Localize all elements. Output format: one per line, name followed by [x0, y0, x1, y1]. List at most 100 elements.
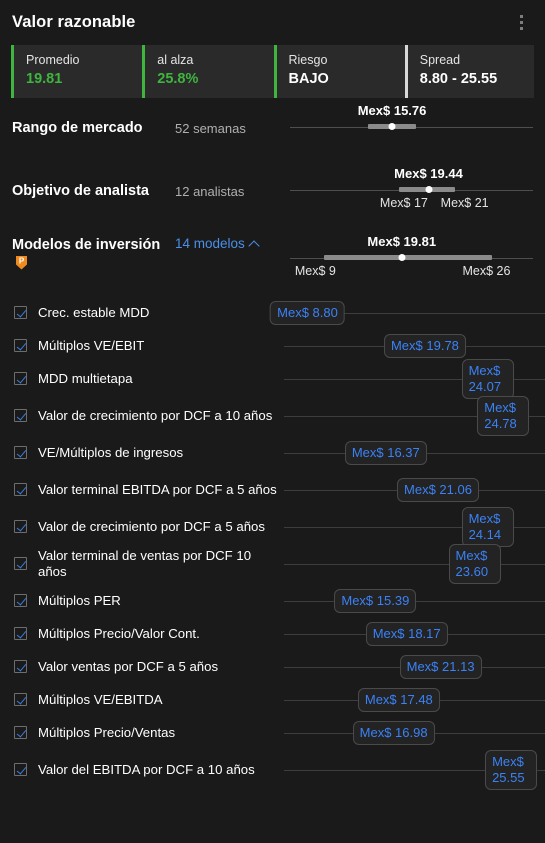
range-current-value: Mex$ 19.44: [394, 166, 463, 181]
model-row[interactable]: Valor terminal de ventas por DCF 10 años…: [0, 543, 545, 584]
model-list: Crec. estable MDD Mex$ 8.80 Múltiplos VE/E…: [0, 296, 545, 796]
model-value-badge: Mex$ 24.07: [461, 358, 514, 399]
models-header-row: Modelos de inversión P 14 modelos Mex$ 19…: [0, 224, 545, 296]
model-row[interactable]: MDD multietapa Mex$ 24.07: [0, 358, 545, 399]
models-current-value: Mex$ 19.81: [367, 234, 437, 249]
models-section-title: Modelos de inversión P: [12, 236, 175, 272]
model-row[interactable]: Valor terminal EBITDA por DCF a 5 años Me…: [0, 469, 545, 510]
kebab-dot: [519, 21, 523, 24]
range-title: Objetivo de analista: [12, 183, 149, 199]
model-value-badge: Mex$ 24.78: [477, 395, 530, 436]
model-row[interactable]: Valor de crecimiento por DCF a 10 años Me…: [0, 395, 545, 436]
stat-value: 19.81: [26, 71, 63, 87]
stat-value: 25.8%: [157, 71, 199, 87]
model-name: Valor terminal de ventas por DCF 10 años: [38, 547, 252, 579]
chevron-up-icon: [248, 239, 260, 252]
model-row[interactable]: Múltiplos VE/EBIT Mex$ 19.78: [0, 329, 545, 362]
model-value-badge: Mex$ 21.13: [399, 654, 482, 679]
models-count-link[interactable]: 14 modelos: [175, 236, 260, 252]
model-value-track: Mex$ 16.98: [284, 716, 545, 749]
stat-label: al alza: [157, 53, 194, 67]
slider-thumb[interactable]: [425, 186, 432, 193]
model-name: MDD multietapa: [38, 370, 133, 386]
model-value-badge: Mex$ 24.14: [461, 506, 514, 547]
model-value-badge: Mex$ 16.37: [344, 440, 427, 465]
pro-shield-icon: P: [15, 255, 28, 270]
model-checkbox[interactable]: [14, 520, 27, 533]
range-low-label: Mex$ 17: [379, 196, 428, 210]
model-value-track: Mex$ 16.37: [284, 436, 545, 469]
model-value-track: Mex$ 21.06: [284, 473, 545, 506]
model-name: Múltiplos Precio/Ventas: [38, 724, 176, 740]
range-current-value: Mex$ 15.76: [357, 103, 427, 118]
range-slider[interactable]: Mex$ 15.76: [290, 103, 533, 151]
summary-stats: Promedio 19.81 al alza 25.8% Riesgo BAJO Sprea…: [11, 45, 534, 98]
model-name: Múltiplos PER: [38, 592, 121, 608]
range-subtitle: 52 semanas: [175, 120, 246, 136]
model-checkbox[interactable]: [14, 339, 27, 352]
model-value-track: Mex$ 24.07: [284, 358, 545, 399]
model-checkbox[interactable]: [14, 372, 27, 385]
model-value-badge: Mex$ 25.55: [485, 749, 538, 790]
model-value-track: Mex$ 15.39: [284, 584, 545, 617]
model-row[interactable]: Valor del EBITDA por DCF a 10 años Mex$ 2…: [0, 749, 545, 790]
models-title-text: Modelos de inversión: [12, 237, 161, 253]
model-name: VE/Múltiplos de ingresos: [38, 444, 184, 460]
model-row[interactable]: Múltiplos VE/EBITDA Mex$ 17.48: [0, 683, 545, 716]
model-value-badge: Mex$ 18.17: [365, 621, 448, 646]
model-checkbox[interactable]: [14, 693, 27, 706]
model-value-track: Mex$ 8.80: [270, 296, 545, 329]
model-checkbox[interactable]: [14, 627, 27, 640]
model-checkbox[interactable]: [14, 306, 27, 319]
model-checkbox[interactable]: [14, 557, 27, 570]
range-slider[interactable]: Mex$ 19.44 Mex$ 17 Mex$ 21: [290, 166, 533, 214]
model-row[interactable]: VE/Múltiplos de ingresos Mex$ 16.37: [0, 436, 545, 469]
stat-card: Riesgo BAJO: [273, 45, 403, 98]
model-row[interactable]: Valor de crecimiento por DCF a 5 años Mex…: [0, 506, 545, 547]
model-value-track: Mex$ 25.55: [284, 749, 545, 790]
models-range-slider[interactable]: Mex$ 19.81 Mex$ 9 Mex$ 26: [290, 234, 533, 282]
range-high-label: Mex$ 21: [440, 196, 489, 210]
kebab-dot: [519, 27, 523, 30]
model-value-track: Mex$ 24.78: [284, 395, 545, 436]
model-name: Múltiplos VE/EBIT: [38, 337, 145, 353]
stat-label: Promedio: [26, 53, 80, 67]
panel-header: Valor razonable: [0, 0, 545, 45]
stat-value: BAJO: [288, 71, 329, 87]
model-row[interactable]: Múltiplos Precio/Valor Cont. Mex$ 18.17: [0, 617, 545, 650]
model-value-badge: Mex$ 16.98: [352, 720, 435, 745]
models-count-label: 14 modelos: [175, 236, 245, 251]
stat-card: Promedio 19.81: [11, 45, 141, 98]
model-name: Múltiplos VE/EBITDA: [38, 691, 163, 707]
model-checkbox[interactable]: [14, 726, 27, 739]
model-row[interactable]: Valor ventas por DCF a 5 años Mex$ 21.13: [0, 650, 545, 683]
slider-band: [324, 255, 492, 260]
model-checkbox[interactable]: [14, 446, 27, 459]
model-row[interactable]: Múltiplos Precio/Ventas Mex$ 16.98: [0, 716, 545, 749]
kebab-menu-icon[interactable]: [509, 10, 533, 36]
model-row[interactable]: Crec. estable MDD Mex$ 8.80: [0, 296, 545, 329]
model-value-track: Mex$ 23.60: [284, 543, 545, 584]
range-row: Rango de mercado 52 semanas Mex$ 15.76: [0, 98, 545, 158]
model-value-badge: Mex$ 17.48: [357, 687, 440, 712]
model-checkbox[interactable]: [14, 594, 27, 607]
model-checkbox[interactable]: [14, 409, 27, 422]
model-checkbox[interactable]: [14, 763, 27, 776]
model-row[interactable]: Múltiplos PER Mex$ 15.39: [0, 584, 545, 617]
model-value-track: Mex$ 21.13: [284, 650, 545, 683]
slider-thumb[interactable]: [388, 123, 396, 130]
model-name: Valor de crecimiento por DCF a 10 años: [38, 407, 273, 423]
model-value-track: Mex$ 17.48: [284, 683, 545, 716]
stat-value: 8.80 - 25.55: [419, 71, 498, 87]
model-checkbox[interactable]: [14, 660, 27, 673]
page-title: Valor razonable: [12, 13, 136, 31]
model-name: Valor de crecimiento por DCF a 5 años: [38, 518, 265, 534]
model-name: Valor del EBITDA por DCF a 10 años: [38, 761, 255, 777]
slider-thumb[interactable]: [398, 254, 406, 261]
kebab-dot: [519, 15, 523, 18]
stat-card: Spread 8.80 - 25.55: [404, 45, 534, 98]
range-title: Rango de mercado: [12, 120, 143, 136]
range-subtitle: 12 analistas: [175, 183, 245, 199]
model-value-badge: Mex$ 21.06: [397, 477, 479, 502]
model-checkbox[interactable]: [14, 483, 27, 496]
